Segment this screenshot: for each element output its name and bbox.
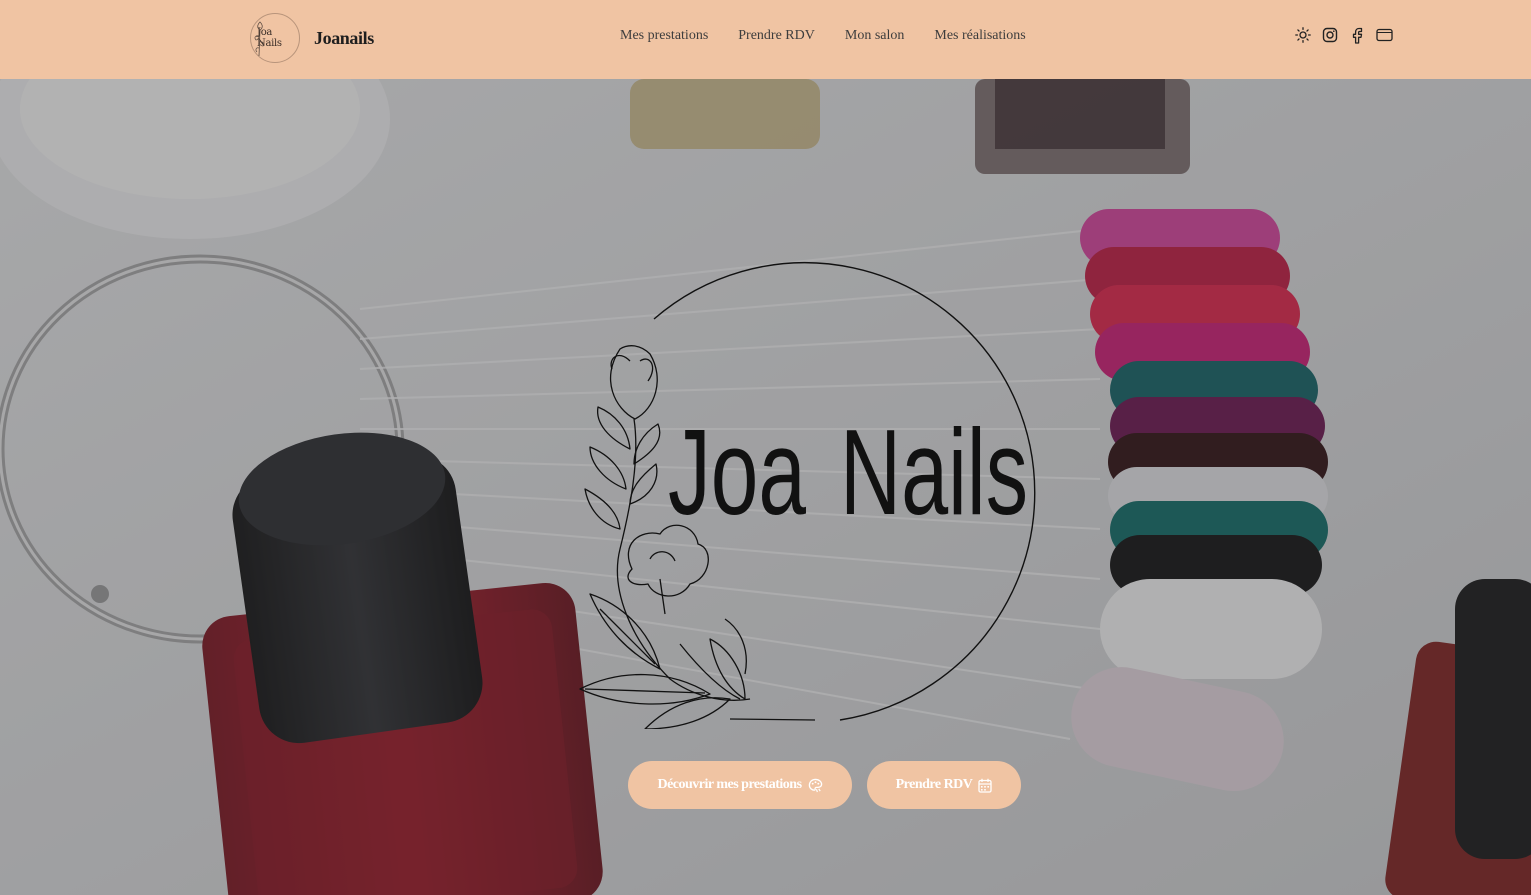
brand-logo[interactable]: Joa Nails (250, 13, 300, 63)
joa-nails-logo: Joa Nails (579, 262, 1036, 729)
hero-section: Joa Nails Découvrir mes prestations Pren… (0, 79, 1531, 895)
brand-name[interactable]: Joanails (314, 28, 374, 49)
sun-icon[interactable] (1294, 26, 1312, 44)
site-header: Joa Nails Joanails Mes prestations Prend… (0, 0, 1531, 79)
nav-link-prestations[interactable]: Mes prestations (620, 26, 708, 46)
logo-text-joa: Joa (668, 404, 806, 540)
brand[interactable]: Joa Nails Joanails (250, 10, 374, 66)
hero-cta-row: Découvrir mes prestations Prendre RDV (628, 761, 1021, 809)
logo-text-nails: Nails (840, 404, 1028, 540)
calendar-icon (978, 778, 993, 793)
nav-link-prendre-rdv[interactable]: Prendre RDV (738, 26, 815, 46)
book-appointment-button[interactable]: Prendre RDV (867, 761, 1021, 809)
flower-icon (254, 21, 265, 57)
header-icons (1294, 26, 1393, 44)
discover-services-button[interactable]: Découvrir mes prestations (628, 761, 852, 809)
nav-link-realisations[interactable]: Mes réalisations (934, 26, 1025, 46)
window-icon[interactable] (1375, 26, 1393, 44)
discover-services-label: Découvrir mes prestations (657, 777, 802, 792)
nav-link-mon-salon[interactable]: Mon salon (845, 26, 905, 46)
facebook-icon[interactable] (1348, 26, 1366, 44)
book-appointment-label: Prendre RDV (895, 777, 973, 792)
palette-icon (808, 778, 823, 793)
instagram-icon[interactable] (1321, 26, 1339, 44)
main-nav: Mes prestations Prendre RDV Mon salon Me… (620, 26, 1026, 46)
